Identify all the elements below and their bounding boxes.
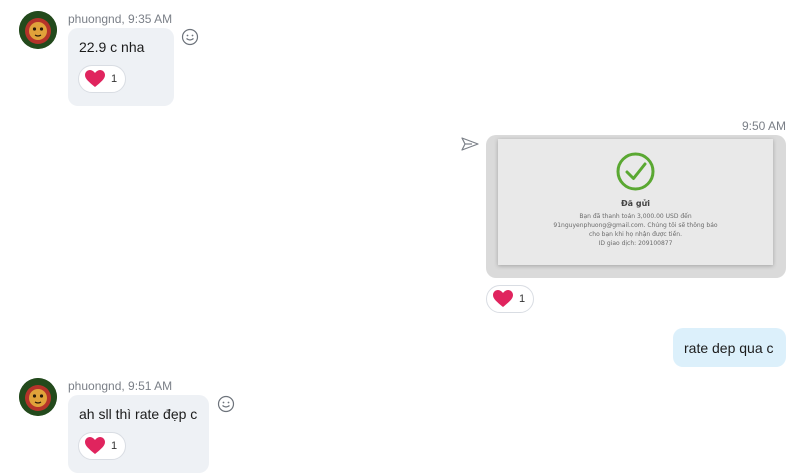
message-bubble[interactable]: rate dep qua c <box>673 328 786 367</box>
message-text: rate dep qua c <box>684 340 774 356</box>
reaction-count: 1 <box>111 73 118 85</box>
check-circle-icon <box>616 152 655 191</box>
reaction-count: 1 <box>519 293 526 305</box>
lion-avatar-image <box>19 378 57 416</box>
reaction-count: 1 <box>111 440 118 452</box>
receipt-line: cho bạn khi họ nhận được tiền. <box>588 231 682 238</box>
message-bubble[interactable]: ah sll thì rate đẹp c 1 <box>68 395 209 473</box>
message-text: 22.9 c nha <box>79 39 145 55</box>
reaction-pill[interactable]: 1 <box>486 285 535 313</box>
reaction-pill[interactable]: 1 <box>78 65 127 93</box>
message-meta: phuongnd, 9:35 AM <box>68 12 173 26</box>
receipt-transaction-id: ID giao dịch: 209100877 <box>598 240 673 247</box>
receipt-line: Bạn đã thanh toán 3,000.00 USD đến <box>579 213 692 220</box>
avatar[interactable] <box>19 378 57 416</box>
avatar[interactable] <box>19 11 57 49</box>
image-attachment[interactable]: Đã gửi Bạn đã thanh toán 3,000.00 USD đế… <box>486 135 786 278</box>
add-reaction-smiley-icon[interactable] <box>217 395 235 413</box>
receipt-line: 91nguyenphuong@gmail.com. Chúng tôi sẽ t… <box>553 222 718 229</box>
message-meta: phuongnd, 9:51 AM <box>68 379 173 393</box>
heart-icon <box>493 290 513 307</box>
heart-icon <box>85 70 105 87</box>
add-reaction-smiley-icon[interactable] <box>181 28 199 46</box>
message-time: 9:50 AM <box>742 119 787 133</box>
lion-avatar-image <box>19 11 57 49</box>
message-text: ah sll thì rate đẹp c <box>79 406 198 422</box>
sent-status-icon <box>461 137 479 151</box>
receipt-body: Bạn đã thanh toán 3,000.00 USD đến 91ngu… <box>498 212 773 248</box>
payment-receipt-image: Đã gửi Bạn đã thanh toán 3,000.00 USD đế… <box>498 139 773 265</box>
heart-icon <box>85 437 105 454</box>
message-bubble[interactable]: 22.9 c nha 1 <box>68 28 174 106</box>
receipt-title: Đã gửi <box>620 199 651 208</box>
reaction-pill[interactable]: 1 <box>78 432 127 460</box>
